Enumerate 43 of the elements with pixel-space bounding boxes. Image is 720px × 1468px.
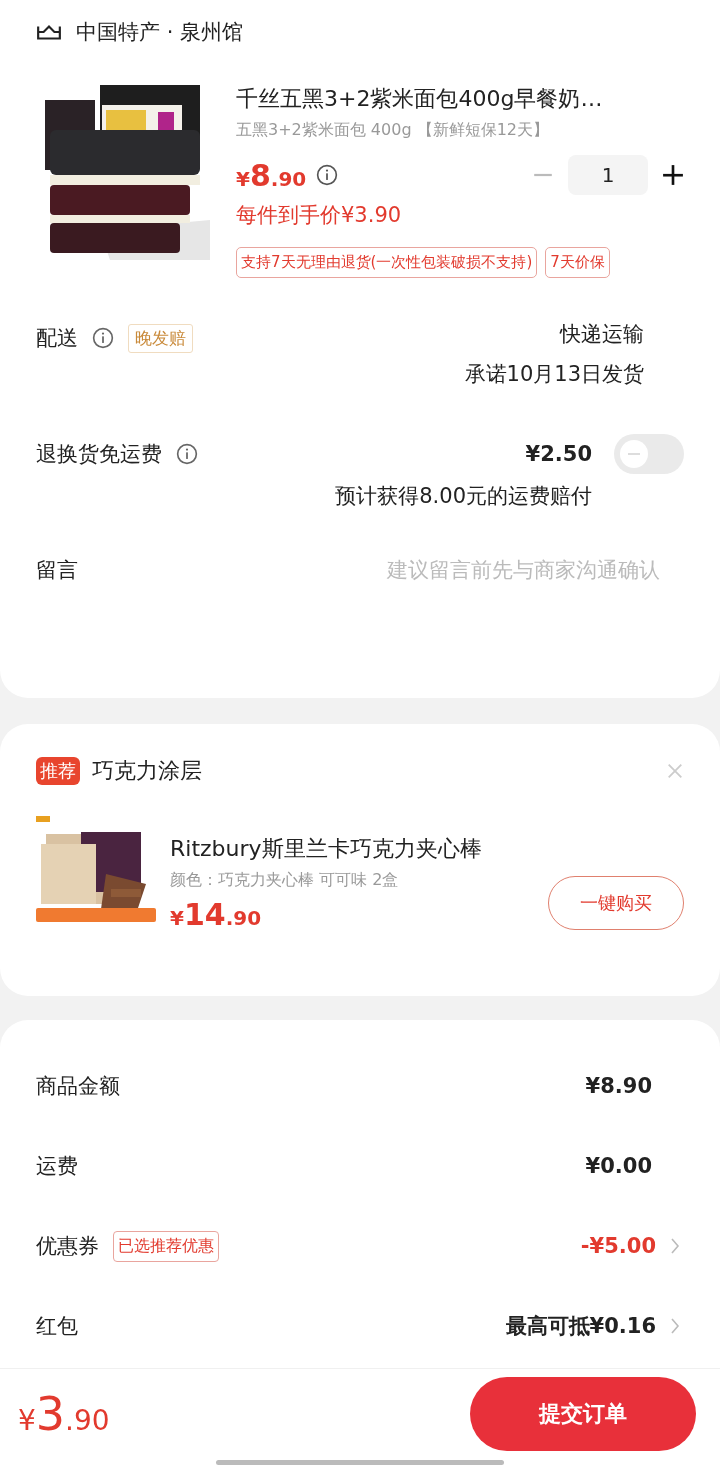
total-price: ¥3.90 bbox=[18, 1386, 110, 1441]
store-name[interactable]: 中国特产 · 泉州馆 bbox=[76, 18, 244, 46]
section-title: 巧克力涂层 bbox=[92, 757, 202, 785]
product-price: ¥14.90 bbox=[170, 897, 262, 932]
buy-button[interactable]: 一键购买 bbox=[548, 875, 684, 930]
close-icon[interactable] bbox=[666, 762, 684, 780]
coupon-badge: 已选推荐优惠 bbox=[113, 1230, 219, 1262]
recommend-badge: 推荐 bbox=[36, 757, 80, 785]
row-value: ¥8.90 bbox=[585, 1074, 652, 1098]
plus-button[interactable] bbox=[662, 164, 684, 186]
ship-promise: 承诺10月13日发货 bbox=[464, 361, 644, 388]
row-value: ¥0.00 bbox=[585, 1154, 652, 1178]
delivery-method[interactable]: 快递运输 bbox=[560, 318, 644, 350]
message-field[interactable]: 建议留言前先与商家沟通确认 bbox=[280, 558, 684, 582]
row-label: 优惠券 bbox=[36, 1233, 99, 1260]
info-icon[interactable] bbox=[92, 327, 114, 349]
compensation-note: 预计获得8.00元的运费赔付 bbox=[335, 483, 592, 510]
info-icon[interactable] bbox=[316, 164, 339, 186]
submit-order-button[interactable]: 提交订单 bbox=[470, 1376, 696, 1451]
row-label: 商品金额 bbox=[36, 1073, 120, 1100]
store-icon bbox=[36, 23, 62, 41]
product-title[interactable]: Ritzbury斯里兰卡巧克力夹心棒 bbox=[170, 834, 684, 864]
service-tag: 7天价保 bbox=[545, 247, 610, 278]
chevron-icon[interactable] bbox=[670, 1317, 680, 1335]
row-label: 配送 bbox=[36, 325, 78, 352]
row-label: 留言 bbox=[36, 557, 78, 584]
product-title[interactable]: 千丝五黑3+2紫米面包400g早餐奶… bbox=[236, 84, 684, 114]
product-price: ¥8.90 bbox=[236, 157, 307, 193]
row-label: 退换货免运费 bbox=[36, 441, 162, 468]
insurance-price: ¥2.50 bbox=[525, 441, 592, 468]
chevron-icon[interactable] bbox=[670, 1237, 680, 1255]
quantity-field[interactable]: 1 bbox=[568, 155, 648, 195]
row-value[interactable]: 最高可抵¥0.16 bbox=[505, 1312, 656, 1340]
row-label: 红包 bbox=[36, 1313, 78, 1340]
row-value[interactable]: -¥5.00 bbox=[580, 1234, 656, 1258]
info-icon[interactable] bbox=[176, 443, 198, 465]
product-spec: 颜色：巧克力夹心棒 可可味 2盒 bbox=[170, 870, 400, 891]
toggle-switch[interactable] bbox=[614, 434, 684, 474]
row-label: 运费 bbox=[36, 1153, 78, 1180]
product-spec: 五黑3+2紫米面包 400g 【新鲜短保12天】 bbox=[236, 120, 550, 141]
late-badge: 晚发赔 bbox=[128, 323, 193, 353]
service-tag: 支持7天无理由退货(一次性包装破损不支持) bbox=[236, 247, 538, 278]
final-price: 每件到手价¥3.90 bbox=[236, 202, 403, 229]
